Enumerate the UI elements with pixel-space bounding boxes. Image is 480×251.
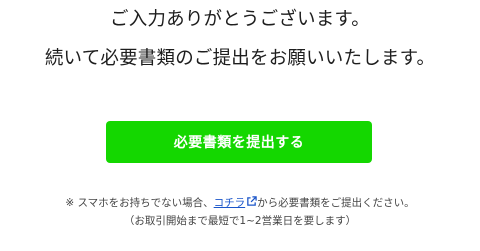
submit-documents-button[interactable]: 必要書類を提出する <box>106 121 372 163</box>
request-message: 続いて必要書類のご提出をお願いいたします。 <box>44 48 436 69</box>
no-smartphone-note: ※ スマホをお持ちでない場合、コチラ から必要書類をご提出ください。 <box>0 196 480 210</box>
thanks-message: ご入力ありがとうございます。 <box>110 9 370 30</box>
external-link-icon <box>247 196 257 206</box>
note-suffix: から必要書類をご提出ください。 <box>257 197 415 209</box>
link-label: コチラ <box>213 197 246 209</box>
submission-page: ご入力ありがとうございます。 続いて必要書類のご提出をお願いいたします。 必要書… <box>0 0 480 251</box>
alternative-submission-link[interactable]: コチラ <box>213 196 258 209</box>
submit-documents-label: 必要書類を提出する <box>173 135 305 151</box>
processing-time-note: （お取引開始まで最短で1~2営業日を要します） <box>123 215 357 227</box>
note-prefix: ※ スマホをお持ちでない場合、 <box>65 197 214 209</box>
